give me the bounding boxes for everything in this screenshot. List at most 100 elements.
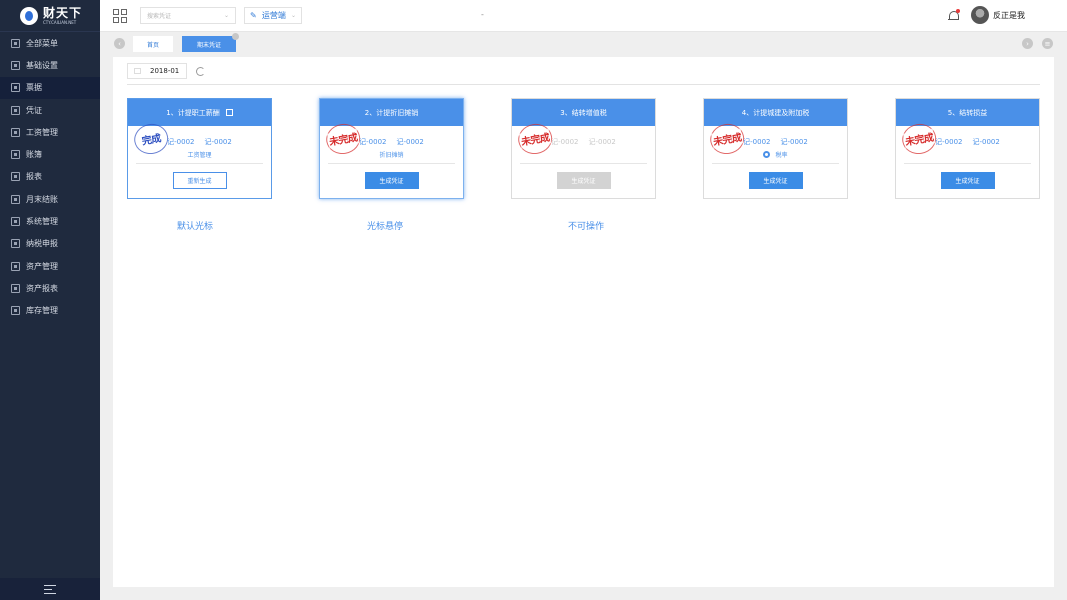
bill-icon bbox=[11, 83, 20, 93]
chevron-down-icon: ⌄ bbox=[223, 12, 229, 19]
divider bbox=[127, 84, 1040, 85]
voucher-link[interactable]: 记-0002 bbox=[781, 137, 808, 147]
asset-report-icon bbox=[11, 283, 20, 293]
user-area: 反正是我 bbox=[948, 6, 1025, 24]
card-title: 2、计提折旧摊销 bbox=[364, 108, 419, 117]
inventory-icon bbox=[11, 306, 20, 316]
sidebar-item-label: 纳税申报 bbox=[26, 239, 58, 249]
tab-menu-button[interactable]: ≡ bbox=[1042, 38, 1053, 49]
card-header: 2、计提折旧摊销 bbox=[320, 99, 463, 126]
voucher-link[interactable]: 记-0002 bbox=[935, 137, 962, 147]
voucher-link[interactable]: 记-0002 bbox=[973, 137, 1000, 147]
notification-dot bbox=[956, 8, 960, 13]
card-title: 5、结转损益 bbox=[947, 108, 988, 117]
username[interactable]: 反正是我 bbox=[993, 10, 1025, 21]
card-city-tax[interactable]: 4、计提城建及附加税 未完成 记-0002 记-0002 税率 生成凭证 bbox=[703, 98, 848, 199]
voucher-link[interactable]: 记-0002 bbox=[359, 137, 386, 147]
logo-title: 财天下 bbox=[43, 5, 83, 20]
generate-voucher-button[interactable]: 生成凭证 bbox=[364, 172, 419, 189]
voucher-link[interactable]: 记-0002 bbox=[205, 137, 232, 147]
tab-scroll-left-button[interactable]: ‹ bbox=[114, 38, 125, 49]
tabs-bar: ‹ 首页 期末凭证 › ≡ bbox=[100, 32, 1067, 54]
gear-icon bbox=[763, 151, 771, 158]
period-picker[interactable]: 2018-01 bbox=[127, 63, 187, 79]
sidebar-item-assets[interactable]: 资产管理 bbox=[0, 255, 100, 277]
payroll-icon bbox=[11, 127, 20, 137]
card-profit-loss[interactable]: 5、结转损益 未完成 记-0002 记-0002 生成凭证 bbox=[895, 98, 1040, 199]
tax-rate-link[interactable]: 税率 bbox=[704, 150, 847, 159]
voucher-link[interactable]: 记-0002 bbox=[167, 137, 194, 147]
logo-icon bbox=[20, 6, 38, 25]
search-input[interactable]: 搜索凭证 ⌄ bbox=[140, 7, 236, 24]
bell-icon[interactable] bbox=[948, 8, 960, 22]
caption-default: 默认光标 bbox=[177, 222, 214, 232]
sidebar-item-reports[interactable]: 报表 bbox=[0, 166, 100, 188]
sidebar-collapse-button[interactable] bbox=[0, 578, 100, 600]
tab-home[interactable]: 首页 bbox=[133, 36, 173, 52]
sidebar-item-inventory[interactable]: 库存管理 bbox=[0, 300, 100, 322]
voucher-link: 记-0002 bbox=[588, 138, 616, 146]
chevron-right-icon: › bbox=[1026, 39, 1029, 48]
card-header: 4、计提城建及附加税 bbox=[704, 99, 847, 126]
sidebar-item-system[interactable]: 系统管理 bbox=[0, 210, 100, 232]
refresh-icon[interactable] bbox=[196, 67, 205, 76]
sidebar-item-label: 资产管理 bbox=[26, 261, 58, 271]
logo-subtitle: CTY.CAILIAN.NET bbox=[43, 19, 77, 25]
sidebar-item-asset-reports[interactable]: 资产报表 bbox=[0, 277, 100, 299]
card-title: 3、结转增值税 bbox=[560, 108, 607, 117]
caption-hover: 光标悬停 bbox=[367, 222, 404, 232]
sidebar-item-payroll[interactable]: 工资管理 bbox=[0, 121, 100, 143]
tax-icon bbox=[11, 239, 20, 249]
ops-label: 运营端 bbox=[261, 11, 286, 20]
generate-voucher-button[interactable]: 生成凭证 bbox=[748, 172, 803, 189]
month-end-icon bbox=[11, 194, 20, 204]
tab-period-end-vouchers[interactable]: 期末凭证 bbox=[182, 33, 239, 52]
tab-scroll-right-button[interactable]: › bbox=[1022, 38, 1033, 49]
sidebar-item-label: 账簿 bbox=[26, 150, 42, 160]
search-placeholder: 搜索凭证 bbox=[147, 13, 172, 20]
sidebar-menu: 全部菜单 基础设置 票据 凭证 工资管理 账簿 报表 月末结账 系统管理 纳税申… bbox=[0, 32, 100, 322]
system-icon bbox=[11, 217, 20, 227]
voucher-link[interactable]: 记-0002 bbox=[397, 137, 424, 147]
caption-disabled: 不可操作 bbox=[568, 222, 605, 232]
ops-select[interactable]: ✎ 运营端 ⌄ bbox=[244, 7, 302, 24]
generate-voucher-button-disabled: 生成凭证 bbox=[556, 172, 611, 189]
sidebar-item-label: 系统管理 bbox=[26, 217, 58, 227]
sidebar-item-tax[interactable]: 纳税申报 bbox=[0, 233, 100, 255]
grid-icon bbox=[11, 38, 20, 48]
chevron-down-icon: ⌄ bbox=[290, 12, 296, 19]
sidebar-item-bills[interactable]: 票据 bbox=[0, 76, 100, 99]
card-depreciation[interactable]: 2、计提折旧摊销 未完成 记-0002 记-0002 折旧摊销 生成凭证 bbox=[319, 98, 464, 199]
card-accrue-payroll[interactable]: 1、计提职工薪酬 完成 记-0002 记-0002 工资管理 重新生成 bbox=[127, 98, 272, 199]
card-title: 4、计提城建及附加税 bbox=[741, 108, 810, 117]
top-header: 搜索凭证 ⌄ ✎ 运营端 ⌄ - 反正是我 bbox=[100, 0, 1067, 32]
card-title: 1、计提职工薪酬 bbox=[166, 108, 220, 117]
sidebar-item-ledgers[interactable]: 账簿 bbox=[0, 143, 100, 165]
chevron-left-icon: ‹ bbox=[118, 39, 121, 48]
sidebar-item-label: 基础设置 bbox=[26, 60, 58, 70]
regenerate-button[interactable]: 重新生成 bbox=[172, 172, 227, 189]
edit-icon[interactable] bbox=[225, 109, 233, 116]
tab-label: 期末凭证 bbox=[196, 41, 221, 49]
app-grid-icon[interactable] bbox=[113, 8, 127, 23]
sidebar-item-basic-settings[interactable]: 基础设置 bbox=[0, 54, 100, 76]
voucher-icon bbox=[11, 105, 20, 115]
sidebar-item-vouchers[interactable]: 凭证 bbox=[0, 99, 100, 121]
avatar[interactable] bbox=[971, 6, 989, 24]
pencil-icon: ✎ bbox=[250, 11, 257, 20]
card-sub-link[interactable]: 折旧摊销 bbox=[320, 150, 463, 159]
report-icon bbox=[11, 172, 20, 182]
card-sub-link[interactable]: 工资管理 bbox=[128, 150, 271, 159]
close-icon[interactable] bbox=[232, 33, 239, 40]
calendar-icon bbox=[134, 68, 141, 74]
generate-voucher-button[interactable]: 生成凭证 bbox=[940, 172, 995, 189]
sidebar-item-month-end[interactable]: 月末结账 bbox=[0, 188, 100, 210]
sidebar-item-label: 资产报表 bbox=[26, 283, 58, 293]
sidebar-item-all-menu[interactable]: 全部菜单 bbox=[0, 32, 100, 54]
collapse-menu-icon bbox=[44, 584, 56, 594]
voucher-link[interactable]: 记-0002 bbox=[743, 137, 770, 147]
card-header: 1、计提职工薪酬 bbox=[128, 99, 271, 126]
sidebar-item-label: 票据 bbox=[26, 83, 42, 93]
logo[interactable]: 财天下 CTY.CAILIAN.NET bbox=[0, 0, 100, 32]
card-vat-transfer: 3、结转增值税 未完成 记-0002 记-0002 生成凭证 bbox=[511, 98, 656, 199]
